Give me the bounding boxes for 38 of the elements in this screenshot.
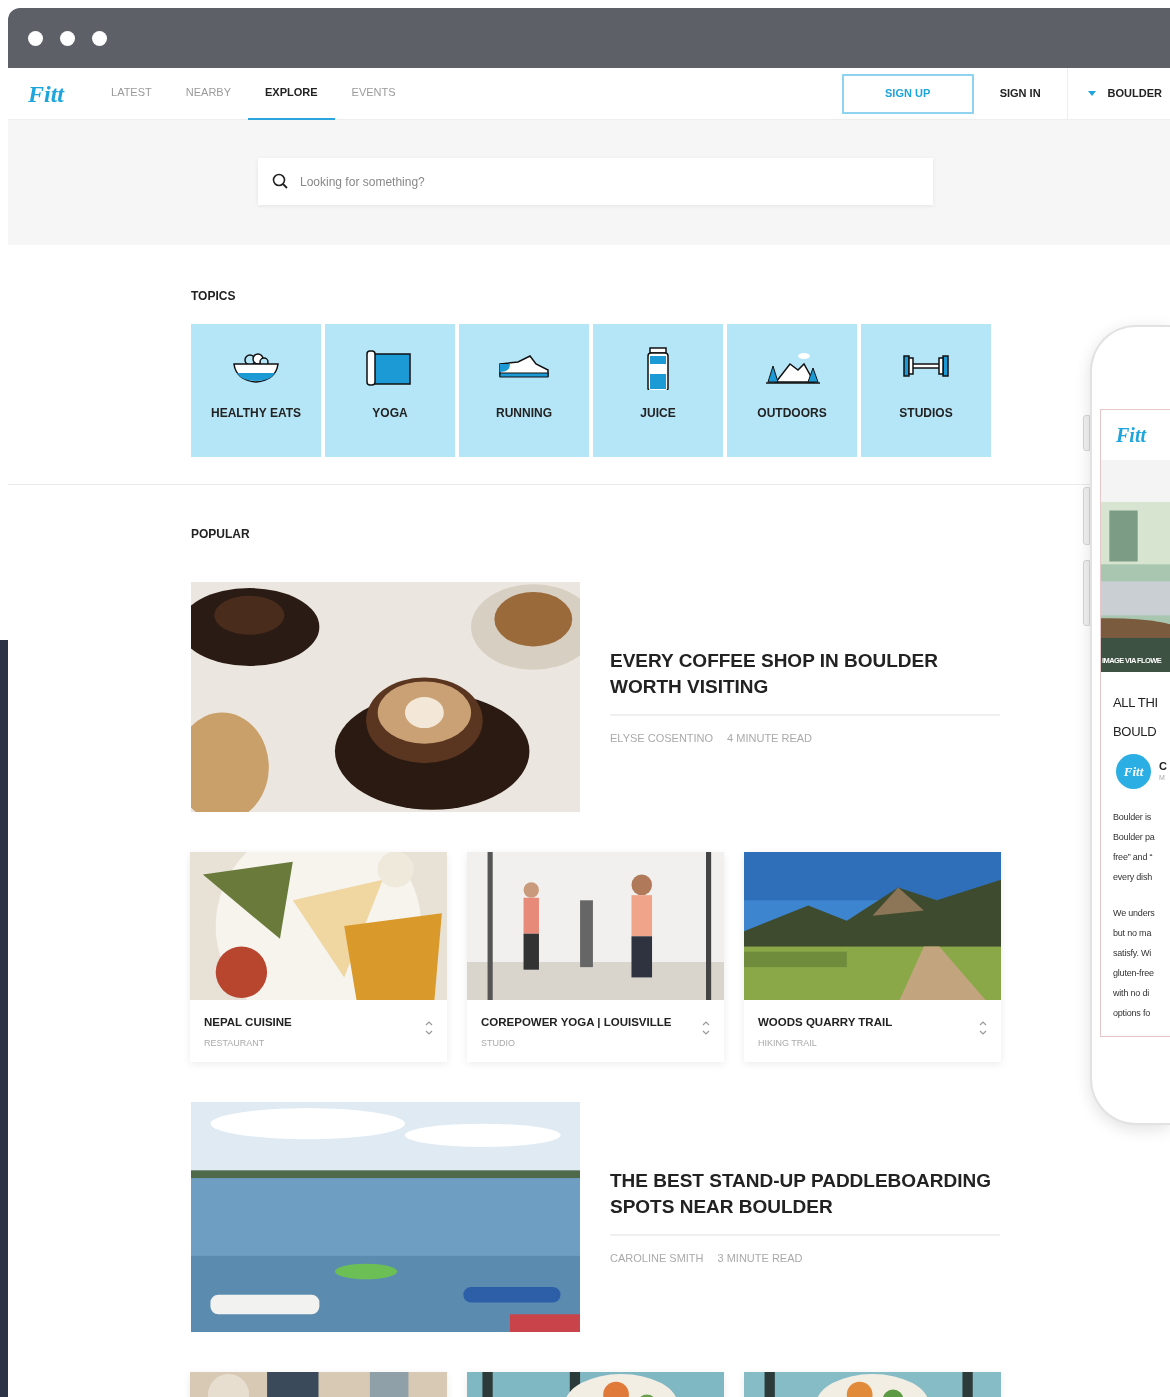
section-heading: POPULAR <box>191 527 251 542</box>
place-name: COREPOWER YOGA | LOUISVILLE <box>481 1014 672 1030</box>
topic-tile[interactable]: YOGA <box>325 324 455 458</box>
topic-tile[interactable]: HEALTHY EATS <box>191 324 321 458</box>
window-dot[interactable] <box>60 30 75 46</box>
author-name: C <box>1159 759 1167 773</box>
avatar: Fitt <box>1116 754 1151 789</box>
place-card[interactable]: WOODS QUARRY TRAIL HIKING TRAIL <box>744 851 1001 1062</box>
topic-tile[interactable]: STUDIOS <box>861 324 991 458</box>
window-dot[interactable] <box>92 30 107 46</box>
topic-tile[interactable]: OUTDOORS <box>727 324 857 458</box>
article-title: ALL THI BOULD <box>1113 694 1159 741</box>
read-time: 4 MINUTE READ <box>727 730 813 746</box>
read-time: 3 MINUTE READ <box>717 1250 803 1266</box>
search-field[interactable]: Looking for something? <box>258 158 933 205</box>
place-name: NEPAL CUISINE <box>204 1014 292 1030</box>
section-heading: TOPICS <box>191 289 237 304</box>
topic-tile[interactable]: JUICE <box>593 324 723 458</box>
chevron-updown-icon <box>702 1019 710 1036</box>
article-paragraph: Boulder is Boulder pa free” and “ every dish <box>1113 811 1156 884</box>
place-name: WOODS QUARRY TRAIL <box>758 1014 893 1030</box>
chevron-updown-icon <box>425 1019 433 1036</box>
author-name: CAROLINE SMITH <box>610 1250 704 1266</box>
caret-icon <box>1087 91 1096 96</box>
sign-in-link[interactable]: SIGN IN <box>973 67 1068 120</box>
place-category: RESTAURANT <box>204 1037 266 1051</box>
window-dot[interactable] <box>28 30 43 46</box>
article-title[interactable]: THE BEST STAND-UP PADDLEBOARDING SPOTS NEAR BOULDER <box>610 1167 1000 1220</box>
article-title[interactable]: EVERY COFFEE SHOP IN BOULDER WORTH VISITING <box>610 647 1000 700</box>
place-category: STUDIO <box>481 1037 516 1051</box>
topic-tile[interactable]: RUNNING <box>459 324 589 458</box>
place-category: HIKING TRAIL <box>758 1037 818 1051</box>
city-dropdown[interactable]: BOULDER <box>1103 85 1170 102</box>
article-paragraph: We unders but no ma satisfy. Wi gluten-free with no di options fo <box>1113 907 1156 1020</box>
place-card[interactable]: NEPAL CUISINE RESTAURANT <box>190 851 447 1062</box>
place-card[interactable]: COREPOWER YOGA | LOUISVILLE STUDIO <box>467 851 724 1062</box>
chevron-updown-icon <box>979 1019 987 1036</box>
author-name: ELYSE COSENTINO <box>610 730 714 746</box>
